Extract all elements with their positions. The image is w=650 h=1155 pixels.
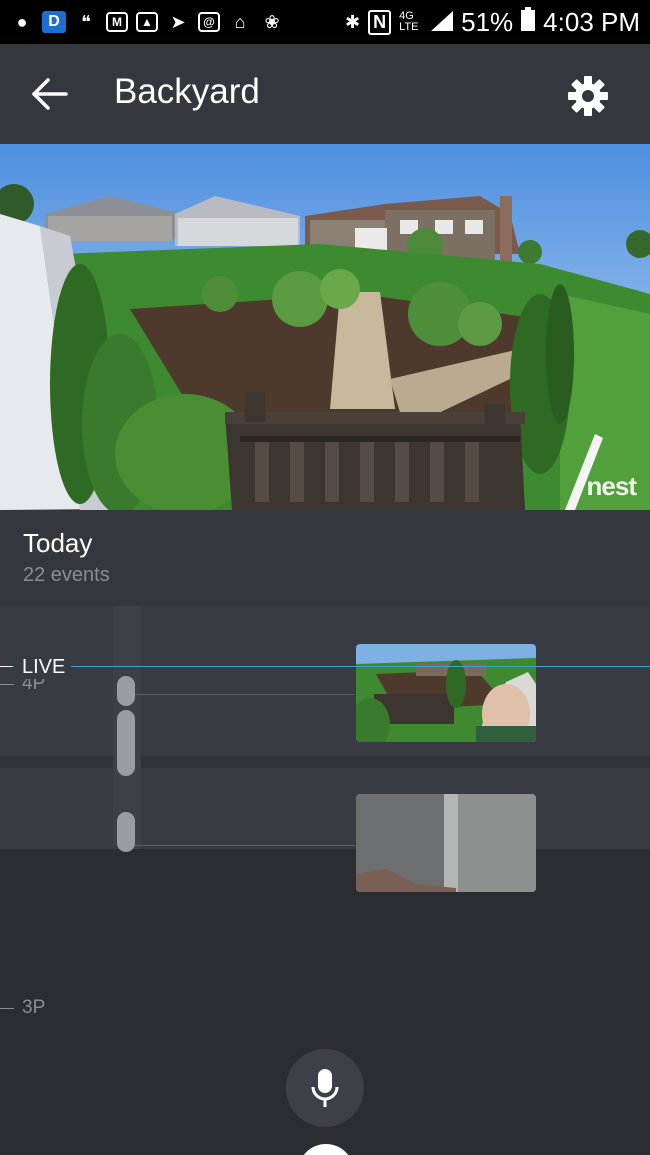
day-label: Today: [23, 528, 93, 558]
maps-icon: ➤: [170, 11, 186, 32]
day-header: Today 22 events: [0, 510, 650, 606]
at-icon: @: [198, 12, 220, 32]
back-button[interactable]: [30, 76, 70, 112]
timeline-divider: [0, 756, 650, 768]
event-thumbnail-image: [356, 794, 536, 892]
arrow-left-icon: [32, 78, 68, 110]
timeline-band-recent: [0, 606, 650, 756]
event-count: 22 events: [23, 564, 110, 586]
live-indicator-tick: [0, 666, 12, 667]
gmail-icon: M: [106, 12, 128, 32]
capture-button[interactable]: [298, 1144, 354, 1155]
event-marker[interactable]: [117, 710, 135, 776]
talk-button[interactable]: [286, 1049, 364, 1127]
app-bar: Backyard: [0, 44, 650, 144]
gallery-icon: ▲: [136, 12, 158, 32]
event-connector: [135, 694, 355, 695]
network-type: 4G LTE: [399, 10, 419, 33]
event-marker[interactable]: [117, 812, 135, 852]
backyard-camera-image: [0, 144, 650, 510]
page-title: Backyard: [114, 72, 260, 111]
nest-watermark: nest: [586, 471, 637, 501]
app-d-icon: D: [42, 11, 66, 33]
twitter-icon: ❀: [264, 11, 280, 32]
battery-text: 51%: [461, 6, 514, 37]
status-bar: ● D ❝ M ▲ ➤ @ ⌂ ❀ ✱ N 4G LTE 51% 4:03 PM: [0, 0, 650, 44]
signal-icon: [431, 7, 454, 38]
hangouts-icon: ❝: [81, 11, 91, 32]
camera-feed[interactable]: nest: [0, 144, 650, 510]
event-thumbnail[interactable]: [356, 644, 536, 742]
microphone-icon: [311, 1069, 339, 1107]
settings-button[interactable]: [566, 74, 610, 118]
nfc-icon: N: [368, 9, 392, 35]
gear-icon: [568, 76, 608, 116]
chat-bubble-icon: ●: [16, 11, 28, 32]
battery-icon: [521, 6, 536, 38]
live-indicator-line: [0, 666, 650, 667]
event-connector: [135, 845, 355, 846]
event-marker[interactable]: [117, 676, 135, 706]
live-label[interactable]: LIVE: [14, 656, 72, 679]
system-icons: ✱ N 4G LTE 51% 4:03 PM: [345, 6, 640, 38]
event-timeline[interactable]: 4P 3P LIVE: [0, 606, 650, 1155]
hour-tick-3p: [0, 1008, 14, 1009]
timeline-band-earlier: [0, 768, 650, 849]
hour-tick-4p: [0, 684, 14, 685]
hour-label-3p: 3P: [22, 997, 46, 1018]
home-icon: ⌂: [234, 11, 246, 32]
event-thumbnail[interactable]: [356, 794, 536, 892]
clock-text: 4:03 PM: [543, 6, 640, 37]
notification-icons: ● D ❝ M ▲ ➤ @ ⌂ ❀: [10, 10, 284, 34]
event-thumbnail-image: [356, 644, 536, 742]
bluetooth-icon: ✱: [345, 11, 361, 32]
